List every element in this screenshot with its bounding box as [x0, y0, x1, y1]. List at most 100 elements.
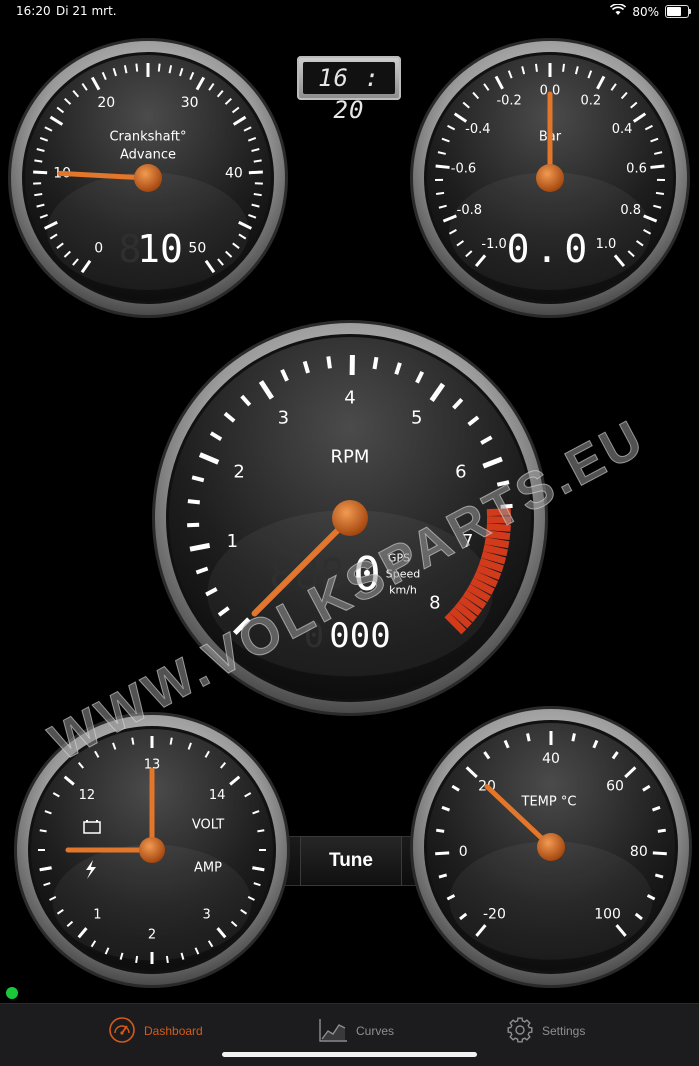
tick-label: 0.6 — [626, 161, 647, 176]
tick-label: 6 — [455, 462, 466, 483]
tab-dashboard-label: Dashboard — [144, 1024, 203, 1038]
tick-label: -0.6 — [451, 161, 476, 176]
gauge-hub — [134, 164, 162, 192]
gauge-hub — [332, 500, 368, 536]
tick-label: 50 — [188, 240, 206, 256]
tick-label: 2 — [233, 462, 244, 483]
minor-tick — [254, 160, 262, 161]
tick-label: -0.4 — [465, 122, 490, 137]
minor-tick — [374, 357, 376, 369]
tick-label: 0.2 — [581, 94, 602, 109]
minor-tick — [40, 830, 47, 831]
minor-tick — [34, 160, 42, 161]
amp-tick-label: 1 — [93, 908, 101, 923]
connection-indicator — [6, 987, 18, 999]
major-tick — [249, 172, 263, 173]
major-tick — [40, 868, 52, 870]
minor-tick — [658, 830, 666, 831]
battery-percent: 80% — [632, 5, 659, 19]
gauge-unit: RPM — [331, 447, 370, 468]
tick-label: 5 — [411, 408, 422, 429]
minor-tick — [171, 738, 172, 745]
tick-label: 0 — [459, 844, 468, 860]
tick-label: -20 — [483, 906, 506, 922]
gear-icon — [506, 1016, 534, 1047]
advance-gauge[interactable]: 01020304050Crankshaft°Advance810 — [8, 38, 288, 318]
digital-readout: 10 — [137, 227, 183, 271]
tab-curves[interactable]: Curves — [318, 1016, 394, 1046]
tick-label: 20 — [97, 95, 115, 111]
digital-clock: 16 : 20 — [297, 56, 401, 100]
tick-label: 60 — [606, 779, 624, 795]
minor-tick — [136, 64, 137, 72]
status-right: 80% — [610, 4, 689, 19]
tab-curves-label: Curves — [356, 1024, 394, 1038]
minor-tick — [656, 193, 664, 194]
speedometer-icon — [108, 1016, 136, 1047]
volt-tick-label: 14 — [209, 788, 226, 803]
minor-tick — [436, 830, 444, 831]
gauge-hub — [537, 833, 565, 861]
tick-label: -0.2 — [496, 94, 521, 109]
battery-icon — [665, 5, 689, 18]
major-tick — [653, 853, 667, 854]
gauge-unit: TEMP °C — [521, 795, 577, 810]
minor-tick — [136, 956, 137, 963]
tick-label: 0.8 — [620, 203, 641, 218]
minor-tick — [159, 64, 160, 72]
gauge-title: Advance — [120, 148, 176, 163]
volt-tick-label: 12 — [79, 788, 96, 803]
minor-tick — [254, 194, 262, 195]
tick-label: 3 — [278, 408, 289, 429]
tab-settings-label: Settings — [542, 1024, 585, 1038]
chart-icon — [318, 1017, 348, 1046]
minor-tick — [167, 956, 168, 963]
gauge-hub — [139, 837, 165, 863]
digital-readout: 0.0 — [507, 227, 594, 271]
tick-label: 0.4 — [612, 122, 633, 137]
minor-tick — [439, 875, 447, 877]
tick-label: 0 — [94, 240, 103, 256]
status-date: Di 21 mrt. — [56, 4, 117, 18]
minor-tick — [536, 64, 537, 72]
tick-label: 30 — [181, 95, 199, 111]
tune-button[interactable]: Tune — [300, 836, 402, 886]
minor-tick — [528, 733, 530, 741]
minor-tick — [436, 193, 444, 194]
gauge-title: Crankshaft° — [109, 130, 186, 145]
major-tick — [33, 172, 47, 173]
major-tick — [435, 853, 449, 854]
volt-label: VOLT — [192, 818, 224, 833]
volt-amp-gauge[interactable]: 121314123VOLTAMP — [14, 712, 290, 988]
status-time: 16:20 — [16, 4, 51, 18]
tick-label: 1.0 — [596, 237, 617, 252]
tick-label: 1 — [227, 531, 238, 552]
minor-tick — [188, 501, 200, 502]
minor-tick — [563, 64, 564, 72]
status-bar: 16:20 Di 21 mrt. 80% — [0, 0, 699, 24]
tick-label: 4 — [344, 388, 355, 409]
amp-tick-label: 3 — [202, 908, 210, 923]
tick-label: 40 — [225, 165, 243, 181]
minor-tick — [573, 733, 575, 741]
wifi-icon — [610, 4, 626, 19]
tick-label: 8 — [429, 592, 440, 613]
tab-dashboard[interactable]: Dashboard — [108, 1016, 203, 1046]
tick-label: 40 — [542, 751, 560, 767]
minor-tick — [328, 356, 330, 368]
home-indicator — [222, 1052, 477, 1057]
major-tick — [650, 166, 664, 167]
tab-settings[interactable]: Settings — [506, 1016, 585, 1046]
clock-display: 16 : 20 — [303, 62, 395, 94]
minor-tick — [257, 830, 264, 831]
tick-label: 100 — [594, 906, 621, 922]
major-tick — [252, 868, 264, 870]
boost-gauge[interactable]: -1.0-0.8-0.6-0.4-0.20.00.20.40.60.81.0Ba… — [410, 38, 690, 318]
tick-label: -1.0 — [481, 237, 506, 252]
amp-tick-label: 2 — [148, 928, 156, 943]
temp-gauge[interactable]: -20020406080100TEMP °C — [410, 706, 692, 988]
gauge-hub — [536, 164, 564, 192]
amp-label: AMP — [194, 861, 222, 876]
minor-tick — [187, 525, 199, 526]
minor-tick — [655, 875, 663, 877]
